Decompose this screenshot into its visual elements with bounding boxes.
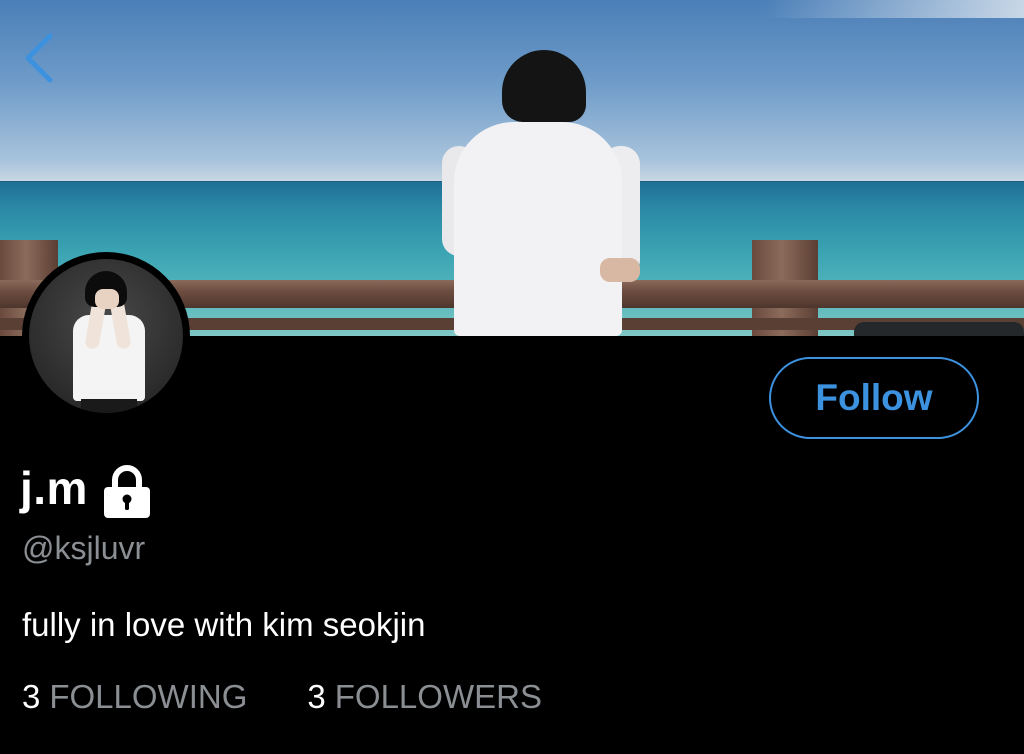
username-handle: @ksjluvr [22,530,146,566]
display-name: j.m [20,462,88,514]
avatar[interactable] [22,252,190,420]
back-button[interactable] [18,30,62,86]
follow-button[interactable]: Follow [769,357,979,439]
banner-person [440,50,645,336]
following-link[interactable]: 3 FOLLOWING [22,678,247,716]
lock-icon [103,465,150,518]
following-count: 3 [22,678,41,715]
followers-label: FOLLOWERS [334,678,542,715]
chevron-left-icon [25,33,53,83]
banner-rocks [854,322,1024,336]
following-label: FOLLOWING [49,678,248,715]
display-name-row: j.m [20,458,154,518]
banner-cloud [764,0,1024,18]
followers-link[interactable]: 3 FOLLOWERS [307,678,542,716]
followers-count: 3 [307,678,326,715]
bio: fully in love with kim seokjin [22,606,426,643]
avatar-image [29,259,183,413]
profile-stats: 3 FOLLOWING 3 FOLLOWERS [22,678,542,716]
